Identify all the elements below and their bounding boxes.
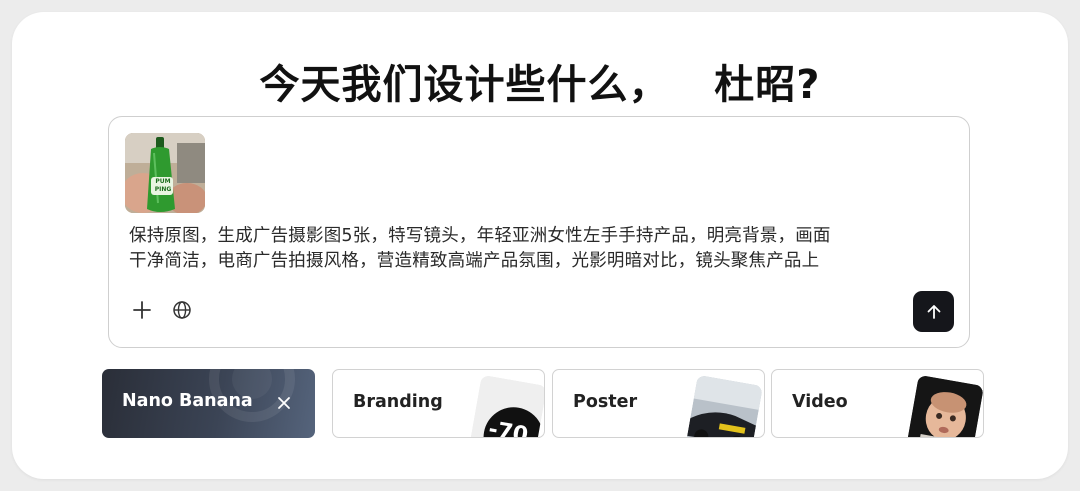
poster-preview-art — [685, 374, 763, 437]
prompt-composer[interactable]: PUM PING 保持原图，生成广告摄影图5张，特写镜头，年轻亚洲女性左手手持产… — [108, 116, 970, 348]
product-photo-icon — [125, 133, 205, 213]
poster-preview-icon — [685, 374, 763, 437]
mode-chip-video[interactable]: Video — [771, 369, 984, 438]
prompt-text[interactable]: 保持原图，生成广告摄影图5张，特写镜头，年轻亚洲女性左手手持产品，明亮背景，画面… — [129, 224, 949, 274]
attachment-thumbnail[interactable]: PUM PING — [125, 133, 205, 213]
video-preview-art — [906, 374, 983, 437]
globe-icon — [173, 301, 191, 319]
main-card: 今天我们设计些什么， 杜昭? PUM PING 保持原图，生成广告摄影图5张，特… — [12, 12, 1068, 479]
mode-chip-label: Branding — [353, 392, 443, 412]
mode-chip-nano-banana[interactable]: Nano Banana — [102, 369, 315, 438]
mode-chip-label: Video — [792, 392, 848, 412]
add-button[interactable] — [127, 295, 157, 325]
send-button[interactable] — [913, 291, 954, 332]
branding-preview-icon: -70 — [469, 374, 544, 437]
prompt-line: 保持原图，生成广告摄影图5张，特写镜头，年轻亚洲女性左手手持产品，明亮背景，画面 — [129, 226, 831, 246]
web-search-button[interactable] — [167, 295, 197, 325]
mode-chip-branding[interactable]: Branding -70 — [332, 369, 545, 438]
page-title: 今天我们设计些什么， 杜昭? — [259, 62, 821, 108]
mode-chip-label: Poster — [573, 392, 638, 412]
arrow-up-icon — [927, 304, 940, 319]
plus-icon — [133, 301, 151, 319]
mode-chip-poster[interactable]: Poster — [552, 369, 765, 438]
close-icon[interactable] — [274, 393, 294, 413]
mode-chip-label: Nano Banana — [122, 391, 253, 411]
video-preview-icon — [906, 374, 983, 437]
attachment-label: PUM PING — [154, 178, 172, 193]
prompt-line: 干净简洁，电商广告拍摄风格，营造精致高端产品氛围，光影明暗对比，镜头聚焦产品上 — [129, 251, 820, 271]
